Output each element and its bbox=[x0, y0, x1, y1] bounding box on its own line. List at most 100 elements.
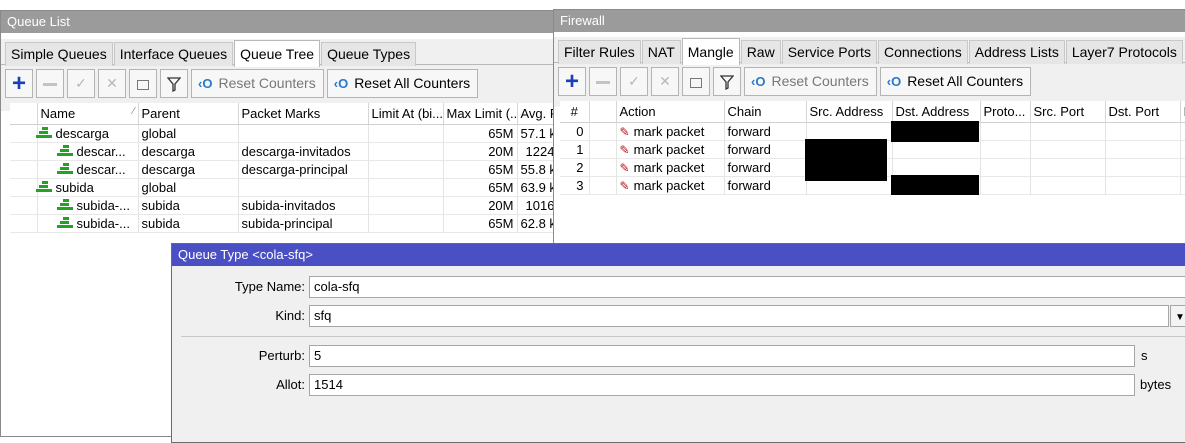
add-button[interactable]: + bbox=[5, 69, 33, 98]
allot-label: Allot: bbox=[276, 377, 305, 392]
queue-icon bbox=[56, 144, 73, 157]
tab-raw[interactable]: Raw bbox=[740, 40, 781, 64]
column-header-parent[interactable]: Parent bbox=[138, 103, 239, 125]
table-row[interactable]: descarga global 65M 57.1 k bbox=[10, 124, 555, 143]
queue-tree-table: Name ⁄ Parent Packet Marks Limit At (bi..… bbox=[10, 103, 555, 233]
add-button[interactable]: + bbox=[558, 67, 586, 96]
column-header-name[interactable]: Name ⁄ bbox=[37, 103, 139, 125]
redacted-dst-address bbox=[891, 121, 979, 142]
minus-icon bbox=[43, 83, 57, 87]
tab-queue-tree[interactable]: Queue Tree bbox=[234, 40, 321, 67]
queue-list-toolbar: + ✓ ✕ ‹O Reset Counters ‹O Reset All Counters bbox=[1, 65, 555, 99]
allot-field[interactable]: 1514 bbox=[309, 374, 1135, 396]
mark-packet-icon: ✎ bbox=[619, 124, 630, 139]
queue-type-titlebar[interactable]: Queue Type <cola-sfq> bbox=[172, 244, 1185, 266]
table-header: # Action Chain Src. Address Dst. Address… bbox=[560, 101, 1185, 123]
tab-interface-queues[interactable]: Interface Queues bbox=[113, 42, 234, 66]
queue-list-titlebar[interactable]: Queue List bbox=[1, 11, 555, 33]
table-row[interactable]: subida global 65M 63.9 k bbox=[10, 178, 555, 197]
column-header-protocol[interactable]: Proto... bbox=[980, 101, 1031, 123]
reset-all-counters-icon: ‹O bbox=[886, 74, 902, 89]
column-header-avg-rate[interactable]: Avg. R bbox=[517, 103, 555, 125]
queue-icon bbox=[56, 216, 73, 229]
form-separator bbox=[181, 336, 1185, 337]
cross-icon: ✕ bbox=[659, 73, 671, 89]
reset-counters-icon: ‹O bbox=[198, 76, 213, 91]
column-header-more[interactable]: I bbox=[1180, 101, 1185, 123]
mark-packet-icon: ✎ bbox=[619, 142, 630, 157]
type-name-field[interactable]: cola-sfq bbox=[309, 276, 1185, 298]
column-header-chain[interactable]: Chain bbox=[724, 101, 807, 123]
tab-mangle[interactable]: Mangle bbox=[681, 38, 740, 65]
comment-button[interactable] bbox=[682, 67, 710, 96]
remove-button[interactable] bbox=[589, 67, 617, 96]
queue-type-dialog: Queue Type <cola-sfq> Type Name: cola-sf… bbox=[171, 243, 1185, 443]
kind-select[interactable]: sfq bbox=[309, 305, 1169, 327]
tab-connections[interactable]: Connections bbox=[877, 40, 968, 64]
table-row[interactable]: subida-... subida subida-invitados 20M 1… bbox=[10, 196, 555, 215]
enable-button[interactable]: ✓ bbox=[67, 69, 95, 98]
column-header-packet-marks[interactable]: Packet Marks bbox=[238, 103, 369, 125]
column-header-dst-address[interactable]: Dst. Address bbox=[892, 101, 981, 123]
remove-button[interactable] bbox=[36, 69, 64, 98]
mark-packet-icon: ✎ bbox=[619, 160, 630, 175]
column-header-dst-port[interactable]: Dst. Port bbox=[1105, 101, 1181, 123]
dropdown-arrow-icon: ▼ bbox=[1175, 312, 1185, 323]
filter-button[interactable] bbox=[160, 69, 188, 98]
column-header-src-address[interactable]: Src. Address bbox=[806, 101, 893, 123]
queue-list-tabs: Simple Queues Interface Queues Queue Tree Q… bbox=[1, 39, 555, 67]
reset-counters-button[interactable]: ‹O Reset Counters bbox=[191, 69, 324, 98]
table-row[interactable]: 0 ✎ mark packet forward bbox=[560, 122, 1185, 141]
enable-button[interactable]: ✓ bbox=[620, 67, 648, 96]
firewall-toolbar: + ✓ ✕ ‹O Reset Counters ‹O Reset All Counters bbox=[554, 63, 1185, 97]
queue-icon bbox=[56, 198, 73, 211]
disable-button[interactable]: ✕ bbox=[651, 67, 679, 96]
check-icon: ✓ bbox=[628, 73, 640, 89]
tab-address-lists[interactable]: Address Lists bbox=[968, 40, 1065, 64]
reset-all-counters-button[interactable]: ‹O Reset All Counters bbox=[879, 67, 1032, 96]
disable-button[interactable]: ✕ bbox=[98, 69, 126, 98]
comment-icon bbox=[690, 77, 702, 88]
tab-service-ports[interactable]: Service Ports bbox=[781, 40, 877, 64]
column-header-max-limit[interactable]: Max Limit (... bbox=[443, 103, 518, 125]
column-header-limit-at[interactable]: Limit At (bi... bbox=[368, 103, 444, 125]
queue-icon bbox=[35, 126, 52, 139]
filter-icon bbox=[166, 76, 182, 93]
cross-icon: ✕ bbox=[106, 75, 118, 91]
kind-dropdown-button[interactable]: ▼ bbox=[1170, 305, 1185, 327]
tab-filter-rules[interactable]: Filter Rules bbox=[558, 40, 641, 64]
queue-icon bbox=[35, 180, 52, 193]
column-header-action[interactable]: Action bbox=[616, 101, 725, 123]
comment-button[interactable] bbox=[129, 69, 157, 98]
table-row[interactable]: subida-... subida subida-principal 65M 6… bbox=[10, 214, 555, 233]
reset-all-counters-icon: ‹O bbox=[333, 76, 349, 91]
firewall-window: Firewall Filter Rules NAT Mangle Raw Service… bbox=[553, 9, 1185, 249]
filter-icon bbox=[719, 74, 735, 91]
mark-packet-icon: ✎ bbox=[619, 178, 630, 193]
minus-icon bbox=[596, 81, 610, 85]
perturb-field[interactable]: 5 bbox=[309, 345, 1135, 367]
tab-nat[interactable]: NAT bbox=[641, 40, 681, 64]
reset-counters-button[interactable]: ‹O Reset Counters bbox=[744, 67, 877, 96]
column-header-number[interactable]: # bbox=[560, 101, 590, 123]
column-header-marker bbox=[10, 103, 38, 125]
comment-icon bbox=[137, 79, 149, 90]
perturb-unit: s bbox=[1141, 348, 1148, 363]
tab-layer7-protocols[interactable]: Layer7 Protocols bbox=[1065, 40, 1183, 64]
column-header-flags[interactable] bbox=[589, 101, 617, 123]
firewall-titlebar[interactable]: Firewall bbox=[554, 10, 1185, 32]
table-row[interactable]: descar... descarga descarga-principal 65… bbox=[10, 160, 555, 179]
reset-all-counters-button[interactable]: ‹O Reset All Counters bbox=[326, 69, 479, 98]
redacted-dst-address bbox=[891, 175, 979, 195]
filter-button[interactable] bbox=[713, 67, 741, 96]
plus-icon: + bbox=[11, 70, 26, 97]
tab-queue-types[interactable]: Queue Types bbox=[321, 42, 417, 66]
plus-icon: + bbox=[564, 68, 579, 95]
reset-counters-icon: ‹O bbox=[751, 74, 766, 89]
table-row[interactable]: descar... descarga descarga-invitados 20… bbox=[10, 142, 555, 161]
queue-icon bbox=[56, 162, 73, 175]
table-header: Name ⁄ Parent Packet Marks Limit At (bi..… bbox=[10, 103, 555, 125]
type-name-label: Type Name: bbox=[234, 279, 305, 294]
column-header-src-port[interactable]: Src. Port bbox=[1030, 101, 1106, 123]
tab-simple-queues[interactable]: Simple Queues bbox=[5, 42, 113, 66]
